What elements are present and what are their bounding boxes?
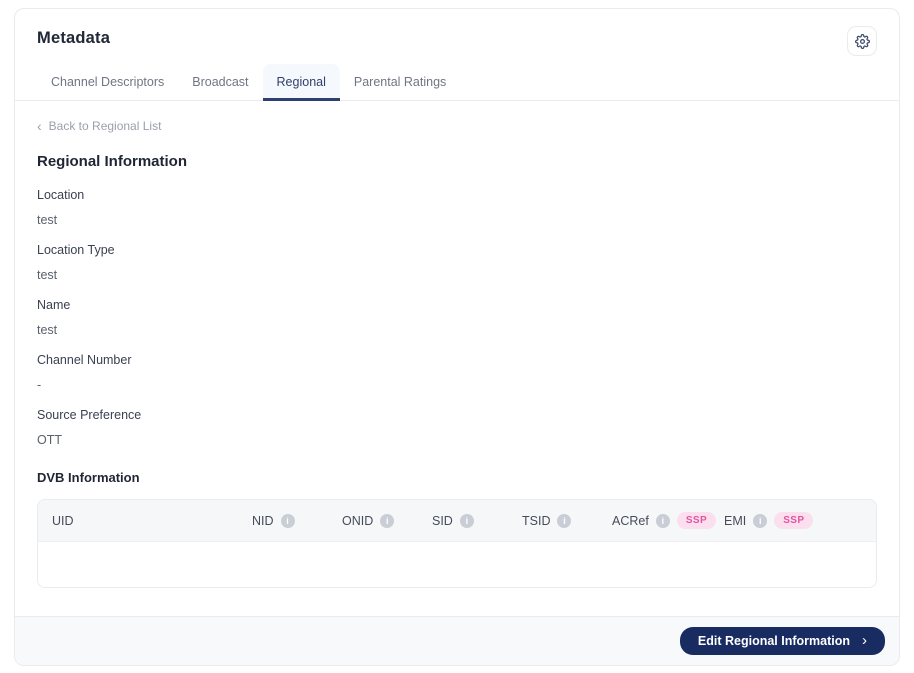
column-label: ACRef: [612, 513, 649, 528]
column-label: SID: [432, 513, 453, 528]
info-icon[interactable]: i: [280, 513, 295, 528]
tab-regional[interactable]: Regional: [262, 64, 340, 101]
back-to-regional-list-link[interactable]: ‹ Back to Regional List: [37, 119, 161, 133]
info-icon[interactable]: i: [753, 513, 768, 528]
info-icon[interactable]: i: [459, 513, 474, 528]
column-label: EMI: [724, 513, 747, 528]
dvb-table-header: UID NID i ONID i SID i TSID i ACRef i SS…: [38, 500, 876, 542]
column-header-uid: UID: [52, 514, 252, 528]
gear-icon: [854, 33, 870, 49]
back-link-label: Back to Regional List: [48, 119, 162, 133]
field-value: test: [37, 213, 58, 227]
ssp-badge: SSP: [676, 512, 717, 529]
section-title: Regional Information: [37, 153, 187, 170]
field-label: Name: [37, 298, 71, 312]
column-header-sid: SID i: [432, 513, 522, 528]
tab-broadcast[interactable]: Broadcast: [178, 64, 262, 101]
field-label: Location Type: [37, 243, 115, 257]
field-source-preference: Source Preference OTT: [37, 408, 877, 447]
edit-regional-information-button[interactable]: Edit Regional Information ›: [679, 627, 885, 655]
column-header-tsid: TSID i: [522, 513, 612, 528]
tab-bar: Channel Descriptors Broadcast Regional P…: [15, 64, 899, 101]
chevron-left-icon: ‹: [37, 118, 42, 134]
field-value: -: [37, 378, 42, 392]
info-icon[interactable]: i: [557, 513, 572, 528]
column-header-nid: NID i: [252, 513, 342, 528]
dvb-table: UID NID i ONID i SID i TSID i ACRef i SS…: [37, 499, 877, 588]
column-label: NID: [252, 513, 274, 528]
field-name: Name test: [37, 298, 877, 337]
column-label: TSID: [522, 513, 551, 528]
field-label: Location: [37, 188, 85, 202]
metadata-card: Metadata Channel Descriptors Broadcast R…: [14, 8, 900, 666]
field-value: OTT: [37, 433, 62, 447]
ssp-badge: SSP: [774, 512, 814, 529]
column-header-emi: EMI i SSP: [724, 512, 862, 529]
field-channel-number: Channel Number -: [37, 353, 877, 392]
field-value: test: [37, 268, 58, 282]
card-header: Metadata: [15, 9, 899, 56]
settings-button[interactable]: [847, 26, 877, 56]
field-label: Channel Number: [37, 353, 132, 367]
tab-parental-ratings[interactable]: Parental Ratings: [340, 64, 460, 101]
column-label: UID: [52, 513, 74, 528]
column-label: ONID: [342, 513, 374, 528]
tab-channel-descriptors[interactable]: Channel Descriptors: [37, 64, 178, 101]
column-header-acref: ACRef i SSP: [612, 512, 724, 529]
edit-button-label: Edit Regional Information: [697, 634, 850, 648]
chevron-right-icon: ›: [862, 632, 867, 649]
field-label: Source Preference: [37, 408, 142, 422]
page-title: Metadata: [37, 29, 111, 47]
info-icon[interactable]: i: [655, 513, 670, 528]
info-icon[interactable]: i: [380, 513, 395, 528]
dvb-table-empty-body: [38, 542, 876, 587]
field-location: Location test: [37, 188, 877, 227]
card-footer: Edit Regional Information ›: [15, 616, 899, 665]
content-area: ‹ Back to Regional List Regional Informa…: [15, 101, 899, 616]
dvb-information-title: DVB Information: [37, 470, 140, 485]
field-location-type: Location Type test: [37, 243, 877, 282]
column-header-onid: ONID i: [342, 513, 432, 528]
field-value: test: [37, 323, 58, 337]
